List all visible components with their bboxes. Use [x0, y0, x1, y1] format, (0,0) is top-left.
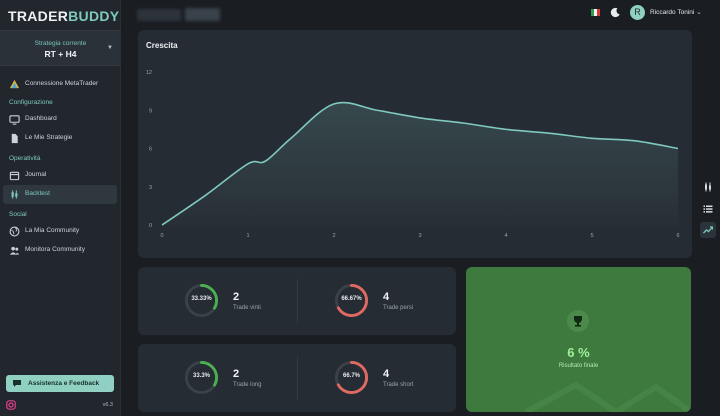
sidebar-item-journal[interactable]: Journal	[3, 166, 117, 185]
x-tick-label: 4	[504, 233, 507, 239]
sidebar: TRADERBUDDY Strategia corrente RT + H4 ▼…	[0, 0, 121, 416]
x-tick-label: 6	[676, 233, 679, 239]
rail-candlestick-button[interactable]	[700, 179, 716, 195]
stat-won: 33.33% 2 Trade vinti	[138, 267, 297, 335]
sidebar-item-label: Le Mie Strategie	[25, 134, 73, 141]
sidebar-item-label: La Mia Community	[25, 227, 80, 234]
section-operativity: Operatività	[9, 155, 41, 162]
globe-icon	[9, 226, 20, 237]
x-tick-label: 2	[332, 233, 335, 239]
final-result-card: 6 % Risultato finale	[466, 267, 691, 412]
rail-list-button[interactable]	[700, 201, 716, 217]
final-result-value: 6 %	[567, 345, 590, 360]
stats-card-long-short: 33.3% 2 Trade long 66.7% 4 Trade short	[138, 344, 456, 412]
user-name[interactable]: Riccardo Tonini	[650, 9, 694, 16]
sidebar-item-dashboard[interactable]: Dashboard	[3, 110, 117, 129]
stat-caption: Trade short	[383, 382, 414, 388]
document-icon	[11, 133, 18, 144]
section-config: Configurazione	[9, 99, 53, 106]
sidebar-item-community[interactable]: La Mia Community	[3, 222, 117, 241]
ring-percent: 33.33%	[191, 296, 212, 302]
x-tick-label: 5	[590, 233, 593, 239]
app-logo[interactable]: TRADERBUDDY	[8, 8, 119, 24]
sidebar-item-metatrader[interactable]: Connessione MetaTrader	[3, 75, 117, 94]
stat-long: 33.3% 2 Trade long	[138, 344, 297, 412]
sidebar-item-label: Dashboard	[25, 115, 57, 122]
stat-caption: Trade persi	[383, 305, 414, 311]
stat-value: 4	[383, 368, 390, 380]
growth-chart-card: Crescita 0 3 6 9 12 0 1 2 3 4 5 6	[138, 30, 692, 258]
avatar[interactable]: R	[630, 5, 645, 20]
sidebar-item-backtest[interactable]: Backtest	[3, 185, 117, 204]
stat-caption: Trade vinti	[233, 305, 261, 311]
strategy-label: Strategia corrente	[34, 40, 87, 47]
rail-trend-button[interactable]	[700, 222, 716, 238]
chevron-down-icon[interactable]: ⌄	[696, 8, 702, 16]
chevron-down-icon: ▼	[107, 45, 113, 51]
candlestick-icon	[705, 182, 711, 192]
stats-card-win-loss: 33.33% 2 Trade vinti 66.67% 4 Trade pers…	[138, 267, 456, 335]
strategy-value: RT + H4	[44, 49, 77, 59]
chat-icon	[13, 380, 21, 387]
stat-value: 2	[233, 368, 240, 380]
help-feedback-label: Assistenza e Feedback	[28, 380, 100, 387]
ring-percent: 66.7%	[342, 373, 360, 379]
section-social: Social	[9, 211, 27, 218]
app-version: v6.3	[102, 402, 113, 408]
chart-area-fill	[162, 102, 678, 225]
stat-short: 66.7% 4 Trade short	[288, 344, 447, 412]
stat-value: 2	[233, 291, 240, 303]
ring-percent: 66.67%	[341, 296, 362, 302]
y-tick-label: 3	[149, 185, 152, 191]
y-tick-label: 6	[149, 147, 152, 153]
ring-percent: 33.3%	[192, 373, 210, 379]
moon-icon[interactable]	[610, 7, 621, 18]
stat-value: 4	[383, 291, 390, 303]
y-tick-label: 0	[149, 223, 152, 229]
x-tick-label: 1	[246, 233, 249, 239]
strategy-selector[interactable]: Strategia corrente RT + H4 ▼	[0, 30, 121, 66]
list-icon	[703, 205, 713, 213]
breadcrumb-blurred	[137, 9, 181, 21]
calendar-icon	[9, 171, 20, 181]
candlestick-icon	[11, 190, 18, 199]
stat-caption: Trade long	[233, 382, 262, 388]
sidebar-item-label: Journal	[25, 171, 47, 178]
breadcrumb-badge-blurred	[185, 8, 220, 21]
sidebar-item-monitor[interactable]: Monitora Community	[3, 241, 117, 260]
x-tick-label: 0	[160, 233, 163, 239]
trend-icon	[703, 226, 713, 234]
sidebar-item-strategies[interactable]: Le Mie Strategie	[3, 129, 117, 148]
italy-flag-icon[interactable]	[591, 9, 600, 16]
stat-lost: 66.67% 4 Trade persi	[288, 267, 447, 335]
sidebar-item-label: Connessione MetaTrader	[25, 80, 99, 87]
monitor-icon	[9, 115, 20, 125]
sidebar-item-label: Monitora Community	[25, 246, 85, 253]
help-feedback-button[interactable]: Assistenza e Feedback	[6, 375, 114, 392]
sidebar-item-label: Backtest	[25, 190, 50, 197]
metatrader-icon	[9, 79, 20, 89]
x-tick-label: 3	[418, 233, 421, 239]
final-result-caption: Risultato finale	[558, 363, 599, 369]
growth-chart: 0369120 1 2 3 4 5 6	[146, 70, 680, 239]
background-pattern	[524, 381, 691, 412]
people-icon	[9, 246, 20, 255]
instagram-icon[interactable]	[6, 400, 16, 410]
trophy-icon	[567, 310, 589, 332]
y-tick-label: 12	[146, 70, 152, 76]
y-tick-label: 9	[149, 108, 152, 114]
